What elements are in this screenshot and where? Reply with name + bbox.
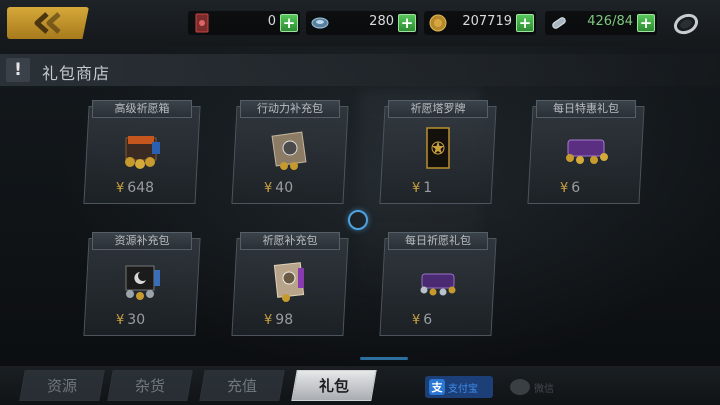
section-header: ! 礼包商店 xyxy=(0,54,720,86)
pack-card[interactable]: 高级祈愿箱 ¥648 xyxy=(83,100,201,204)
chevron-left-icon xyxy=(34,12,61,34)
currency-symbol: ¥ xyxy=(116,181,125,196)
pack-card[interactable]: 行动力补充包 ¥40 xyxy=(231,100,349,204)
crystal-value: 280 xyxy=(369,14,394,29)
tab-label: 杂货 xyxy=(134,377,165,395)
add-stamina-button[interactable]: + xyxy=(637,14,655,32)
pack-card[interactable]: 每日特惠礼包 ¥6 xyxy=(527,100,645,204)
pack-card[interactable]: 祈愿塔罗牌 ¥1 xyxy=(379,100,497,204)
pack-price: ¥1 xyxy=(412,180,432,196)
pack-price: ¥40 xyxy=(264,180,293,196)
stamina-value: 426/84 xyxy=(587,14,633,29)
pack-price: ¥30 xyxy=(116,312,145,328)
pack-title: 每日特惠礼包 xyxy=(536,100,636,118)
pack-price: ¥6 xyxy=(412,312,432,328)
price-value: 6 xyxy=(571,180,581,196)
pack-card[interactable]: 祈愿补充包 ¥98 xyxy=(231,232,349,336)
tab-goods[interactable]: 杂货 xyxy=(107,370,193,401)
tab-label: 充值 xyxy=(226,377,257,395)
price-value: 6 xyxy=(423,312,433,328)
pack-title: 祈愿补充包 xyxy=(240,232,340,250)
pack-title: 祈愿塔罗牌 xyxy=(388,100,488,118)
currency-symbol: ¥ xyxy=(264,313,273,328)
wechat-label: 微信 xyxy=(534,383,554,395)
price-value: 40 xyxy=(275,180,294,196)
price-value: 648 xyxy=(127,180,155,196)
pack-title: 高级祈愿箱 xyxy=(92,100,192,118)
tab-resources[interactable]: 资源 xyxy=(19,370,105,401)
pack-title: 每日祈愿礼包 xyxy=(388,232,488,250)
wechat-pay-button[interactable]: 微信 xyxy=(510,376,566,398)
pack-title: 行动力补充包 xyxy=(240,100,340,118)
coin-counter: 207719 + xyxy=(424,11,536,35)
wish-pack-icon xyxy=(273,262,305,302)
purple-box-icon xyxy=(566,139,608,164)
pack-price: ¥6 xyxy=(560,180,580,196)
coin-icon xyxy=(429,14,447,32)
crystal-icon xyxy=(311,17,329,29)
scroll-indicator[interactable] xyxy=(360,357,408,360)
coin-value: 207719 xyxy=(462,14,512,29)
stamina-icon xyxy=(552,17,566,29)
top-bar: 0 + 280 + 207719 + 426/84 + xyxy=(0,0,720,46)
pack-card[interactable]: 资源补充包 ¥30 xyxy=(83,232,201,336)
add-card-button[interactable]: + xyxy=(280,14,298,32)
tab-recharge[interactable]: 充值 xyxy=(199,370,285,401)
loading-spinner-icon xyxy=(348,210,368,230)
tab-label: 礼包 xyxy=(318,377,349,395)
resource-pack-icon xyxy=(125,265,160,300)
price-value: 98 xyxy=(275,312,294,328)
card-value: 0 xyxy=(267,14,276,29)
alert-icon: ! xyxy=(6,58,30,82)
tab-label: 资源 xyxy=(46,377,77,395)
tablet-pack-icon xyxy=(271,131,307,170)
currency-symbol: ¥ xyxy=(264,181,273,196)
stamina-counter: 426/84 + xyxy=(545,11,657,35)
pack-price: ¥648 xyxy=(116,180,154,196)
daily-box-icon xyxy=(420,273,456,296)
alipay-label: 支付宝 xyxy=(448,383,478,395)
card-icon xyxy=(195,13,209,33)
add-crystal-button[interactable]: + xyxy=(398,14,416,32)
alipay-icon: 支 xyxy=(429,379,445,395)
settings-ring-icon[interactable] xyxy=(672,9,700,37)
section-title: 礼包商店 xyxy=(42,64,111,83)
currency-symbol: ¥ xyxy=(412,313,421,328)
currency-symbol: ¥ xyxy=(560,181,569,196)
pack-card[interactable]: 每日祈愿礼包 ¥6 xyxy=(379,232,497,336)
currency-symbol: ¥ xyxy=(116,313,125,328)
chest-icon xyxy=(125,136,160,169)
pack-price: ¥98 xyxy=(264,312,293,328)
price-value: 1 xyxy=(423,180,433,196)
alipay-button[interactable]: 支 支付宝 xyxy=(425,376,493,398)
back-button[interactable] xyxy=(7,7,89,39)
tarot-card-icon xyxy=(426,127,450,169)
add-coin-button[interactable]: + xyxy=(516,14,534,32)
currency-symbol: ¥ xyxy=(412,181,421,196)
pack-title: 资源补充包 xyxy=(92,232,192,250)
card-counter: 0 + xyxy=(188,11,300,35)
price-value: 30 xyxy=(127,312,146,328)
crystal-counter: 280 + xyxy=(306,11,418,35)
wechat-icon xyxy=(510,379,530,395)
tab-packs[interactable]: 礼包 xyxy=(291,370,377,401)
